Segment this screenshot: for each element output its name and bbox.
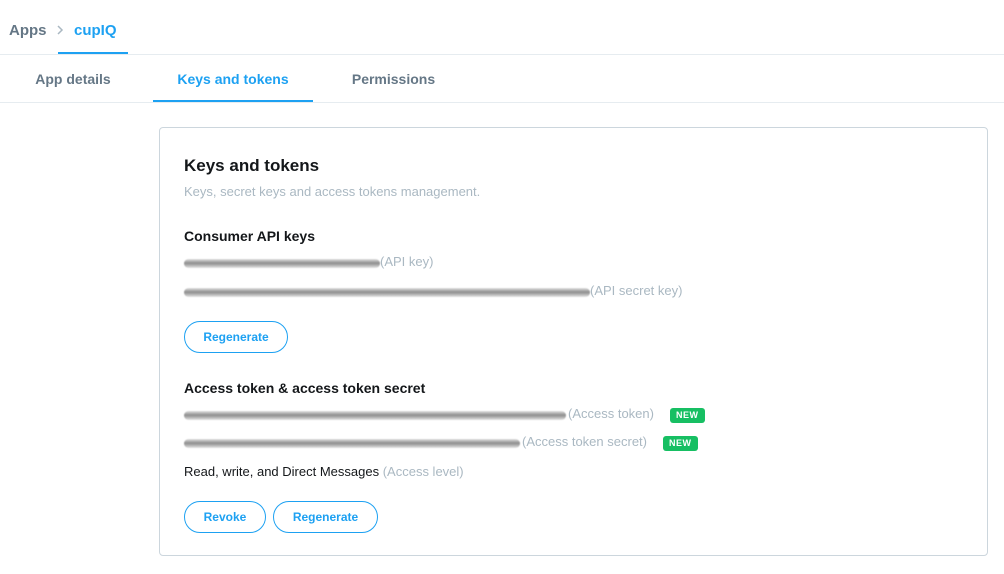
access-secret-redacted (184, 439, 520, 448)
regenerate-access-token-button[interactable]: Regenerate (273, 501, 378, 533)
api-key-label: (API key) (380, 254, 434, 269)
regenerate-consumer-keys-button[interactable]: Regenerate (184, 321, 288, 353)
access-secret-row: (Access token secret) NEW (184, 434, 744, 454)
consumer-keys-title: Consumer API keys (184, 228, 315, 244)
access-token-row: (Access token) NEW (184, 406, 744, 426)
tab-keys-and-tokens[interactable]: Keys and tokens (153, 55, 313, 102)
revoke-button[interactable]: Revoke (184, 501, 266, 533)
access-token-label: (Access token) (568, 406, 654, 421)
access-level: Read, write, and Direct Messages (Access… (184, 464, 464, 479)
api-key-row: (API key) (184, 254, 484, 274)
tab-bar: App details Keys and tokens Permissions (0, 55, 1004, 103)
api-secret-row: (API secret key) (184, 283, 704, 303)
breadcrumb-apps-link[interactable]: Apps (9, 22, 47, 39)
breadcrumb-current-label: cupIQ (74, 22, 117, 39)
access-token-new-badge: NEW (670, 408, 705, 423)
access-level-label: (Access level) (382, 464, 464, 479)
access-token-title: Access token & access token secret (184, 380, 426, 396)
card-subtitle: Keys, secret keys and access tokens mana… (184, 184, 481, 199)
access-token-redacted (184, 411, 566, 420)
breadcrumb: Apps cupIQ (0, 0, 1004, 55)
api-key-redacted (184, 259, 380, 268)
card-title: Keys and tokens (184, 156, 320, 175)
access-secret-new-badge: NEW (663, 436, 698, 451)
api-secret-label: (API secret key) (590, 283, 683, 298)
access-secret-label: (Access token secret) (522, 434, 647, 449)
tab-app-details[interactable]: App details (0, 55, 146, 102)
access-level-value: Read, write, and Direct Messages (184, 464, 380, 479)
tab-permissions[interactable]: Permissions (326, 55, 461, 102)
keys-tokens-card: Keys and tokens Keys, secret keys and ac… (159, 127, 988, 556)
breadcrumb-current-app[interactable]: cupIQ (58, 0, 128, 54)
api-secret-redacted (184, 288, 590, 297)
